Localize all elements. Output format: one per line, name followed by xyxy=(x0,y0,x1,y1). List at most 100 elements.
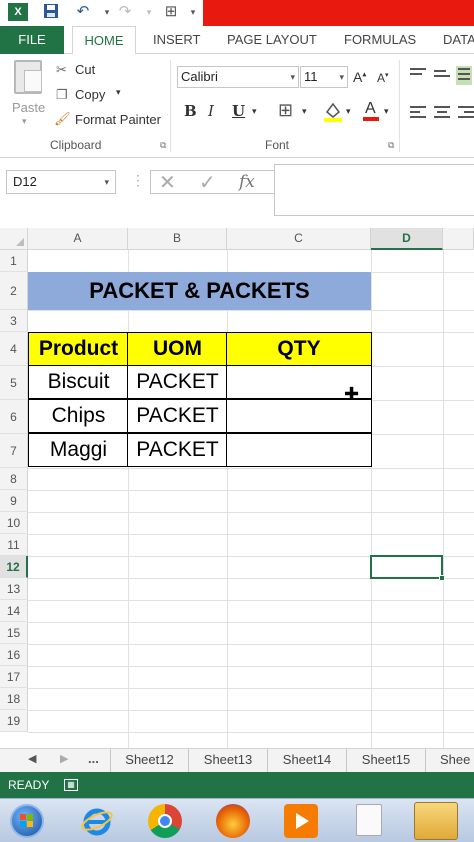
more-sheets-button[interactable]: ... xyxy=(88,751,99,766)
sheet-tab[interactable]: Shee xyxy=(426,749,474,773)
scroll-tabs-left-icon[interactable]: ◀ xyxy=(28,752,36,765)
enter-entry-icon[interactable]: ✓ xyxy=(199,170,216,195)
borders-icon[interactable]: ⊞ xyxy=(278,100,293,121)
header-cell-qty[interactable]: QTY xyxy=(226,332,372,366)
undo-icon[interactable]: ↶ xyxy=(72,3,94,21)
tab-formulas[interactable]: FORMULAS xyxy=(344,26,416,54)
row-header[interactable]: 5 xyxy=(0,366,28,400)
media-player-icon[interactable] xyxy=(284,804,318,838)
active-cell-selection[interactable] xyxy=(370,555,445,581)
fill-color-dropdown-icon[interactable]: ▾ xyxy=(346,106,351,117)
font-color-dropdown-icon[interactable]: ▾ xyxy=(384,106,389,117)
tab-page-layout[interactable]: PAGE LAYOUT xyxy=(227,26,317,54)
underline-button[interactable]: U xyxy=(232,102,245,120)
middle-align-icon[interactable] xyxy=(434,70,450,80)
sheet-tab[interactable]: Sheet14 xyxy=(268,749,347,773)
row-header[interactable]: 6 xyxy=(0,400,28,434)
row-header[interactable]: 12 xyxy=(0,556,28,578)
borders-dropdown-icon[interactable]: ▾ xyxy=(302,106,307,117)
cut-icon[interactable]: ✂ xyxy=(56,62,67,78)
header-cell-product[interactable]: Product xyxy=(28,332,129,366)
fill-color-icon[interactable] xyxy=(322,100,344,125)
tab-data[interactable]: DATA xyxy=(443,26,474,54)
decrease-font-icon[interactable]: A▾ xyxy=(377,71,389,85)
paste-button[interactable]: Paste xyxy=(12,100,45,115)
tab-insert[interactable]: INSERT xyxy=(153,26,200,54)
italic-button[interactable]: I xyxy=(208,102,214,120)
sheet-title-cell[interactable]: PACKET & PACKETS xyxy=(28,272,371,310)
table-cell[interactable]: Biscuit xyxy=(28,365,129,399)
row-header[interactable]: 16 xyxy=(0,644,28,666)
column-header-b[interactable]: B xyxy=(128,228,227,250)
customize-qat-icon[interactable]: ▾ xyxy=(182,3,204,21)
top-align-icon[interactable] xyxy=(410,68,426,78)
insert-function-button[interactable]: fx xyxy=(239,172,255,192)
internet-explorer-icon[interactable] xyxy=(80,804,114,838)
table-cell[interactable]: Maggi xyxy=(28,433,129,467)
column-header-e[interactable] xyxy=(443,228,474,250)
column-header-c[interactable]: C xyxy=(227,228,371,250)
row-header[interactable]: 15 xyxy=(0,622,28,644)
table-cell[interactable] xyxy=(226,433,372,467)
row-header[interactable]: 7 xyxy=(0,434,28,468)
column-header-d[interactable]: D xyxy=(371,228,443,250)
header-cell-uom[interactable]: UOM xyxy=(127,332,228,366)
align-right-icon[interactable] xyxy=(458,106,474,121)
paste-dropdown-icon[interactable]: ▾ xyxy=(22,116,27,127)
table-cell[interactable]: PACKET xyxy=(127,399,228,433)
font-color-icon[interactable]: A xyxy=(362,98,380,125)
align-center-icon[interactable] xyxy=(434,106,450,121)
bottom-align-icon[interactable] xyxy=(456,66,472,85)
name-box-dropdown-icon[interactable]: ▾ xyxy=(104,171,109,193)
sheet-tab[interactable]: Sheet12 xyxy=(110,749,189,773)
font-name-dropdown-icon[interactable]: ▾ xyxy=(290,67,295,87)
align-left-icon[interactable] xyxy=(410,106,426,121)
start-button-icon[interactable] xyxy=(10,804,44,838)
select-all-corner[interactable] xyxy=(0,228,28,250)
row-header[interactable]: 19 xyxy=(0,710,28,732)
redo-icon[interactable]: ↷ xyxy=(114,3,136,21)
row-header[interactable]: 13 xyxy=(0,578,28,600)
increase-font-icon[interactable]: A▴ xyxy=(353,69,366,85)
tab-file[interactable]: FILE xyxy=(0,26,64,54)
row-header[interactable]: 2 xyxy=(0,272,28,310)
macro-record-icon[interactable]: ▦ xyxy=(64,779,78,791)
format-painter-button[interactable]: Format Painter xyxy=(75,112,161,127)
spreadsheet-grid[interactable]: A B C D 1 2 3 4 5 6 7 8 9 10 11 12 13 14… xyxy=(0,228,474,748)
font-size-box[interactable]: 11 ▾ xyxy=(300,66,348,88)
row-header[interactable]: 17 xyxy=(0,666,28,688)
clipboard-launcher-icon[interactable]: ⧉ xyxy=(160,140,166,151)
row-header[interactable]: 4 xyxy=(0,332,28,366)
column-header-a[interactable]: A xyxy=(28,228,128,250)
row-header[interactable]: 1 xyxy=(0,250,28,272)
row-header[interactable]: 14 xyxy=(0,600,28,622)
save-icon[interactable] xyxy=(40,3,62,21)
fill-handle[interactable] xyxy=(439,575,445,581)
table-cell[interactable]: Chips xyxy=(28,399,129,433)
file-explorer-icon[interactable] xyxy=(414,802,458,840)
table-cell[interactable]: PACKET xyxy=(127,365,228,399)
font-launcher-icon[interactable]: ⧉ xyxy=(388,140,394,151)
font-size-dropdown-icon[interactable]: ▾ xyxy=(339,67,344,87)
row-header[interactable]: 9 xyxy=(0,490,28,512)
copy-button[interactable]: Copy xyxy=(75,87,105,102)
copy-dropdown-icon[interactable]: ▾ xyxy=(116,87,121,98)
underline-dropdown-icon[interactable]: ▾ xyxy=(252,106,257,117)
row-header[interactable]: 18 xyxy=(0,688,28,710)
notepad-icon[interactable] xyxy=(356,804,382,836)
scroll-tabs-right-icon[interactable]: ▶ xyxy=(60,752,68,765)
paste-icon[interactable] xyxy=(14,60,42,94)
row-header[interactable]: 3 xyxy=(0,310,28,332)
table-cell[interactable]: PACKET xyxy=(127,433,228,467)
row-header[interactable]: 8 xyxy=(0,468,28,490)
cut-button[interactable]: Cut xyxy=(75,62,95,77)
sheet-tab[interactable]: Sheet15 xyxy=(347,749,426,773)
cancel-entry-icon[interactable]: ✕ xyxy=(159,170,176,195)
borders-qat-icon[interactable]: ⊞ xyxy=(160,3,182,21)
row-header[interactable]: 10 xyxy=(0,512,28,534)
font-name-box[interactable]: Calibri ▾ xyxy=(177,66,299,88)
chrome-icon[interactable] xyxy=(148,804,182,838)
firefox-icon[interactable] xyxy=(216,804,250,838)
tab-home[interactable]: HOME xyxy=(72,26,136,55)
copy-icon[interactable]: ❐ xyxy=(56,87,68,103)
